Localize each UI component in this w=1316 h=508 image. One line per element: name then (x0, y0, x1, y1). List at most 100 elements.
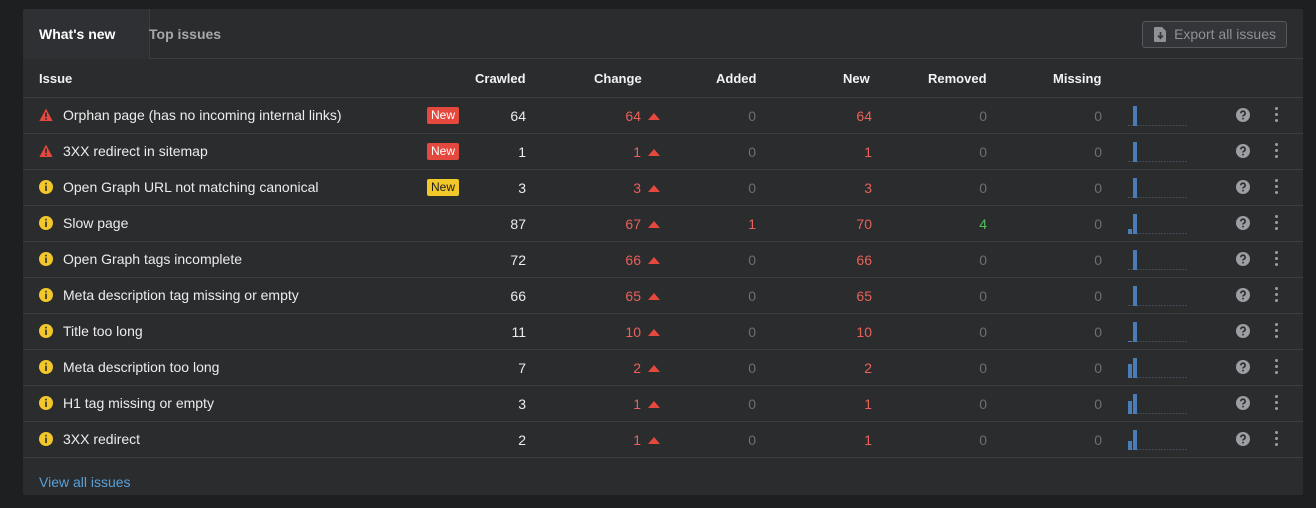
column-header-removed[interactable]: Removed (928, 71, 987, 86)
missing-count[interactable]: 0 (1042, 180, 1102, 196)
issue-name-link[interactable]: 3XX redirect (63, 431, 140, 447)
added-count[interactable]: 0 (696, 144, 756, 160)
missing-count[interactable]: 0 (1042, 108, 1102, 124)
added-count[interactable]: 0 (696, 180, 756, 196)
issue-name-link[interactable]: Title too long (63, 323, 143, 339)
column-header-issue[interactable]: Issue (39, 71, 72, 86)
table-row[interactable]: 3XX redirect 2 1 0 1 0 0 (23, 422, 1303, 458)
change-count[interactable]: 2 (581, 360, 641, 376)
column-header-missing[interactable]: Missing (1053, 71, 1101, 86)
question-circle-icon[interactable] (1236, 360, 1250, 374)
change-count[interactable]: 66 (581, 252, 641, 268)
crawled-count[interactable]: 1 (466, 144, 526, 160)
kebab-menu-icon[interactable] (1275, 251, 1279, 267)
new-count[interactable]: 64 (812, 108, 872, 124)
removed-count[interactable]: 0 (927, 396, 987, 412)
change-count[interactable]: 67 (581, 216, 641, 232)
question-circle-icon[interactable] (1236, 180, 1250, 194)
crawled-count[interactable]: 87 (466, 216, 526, 232)
kebab-menu-icon[interactable] (1275, 395, 1279, 411)
column-header-added[interactable]: Added (716, 71, 756, 86)
new-count[interactable]: 1 (812, 396, 872, 412)
question-circle-icon[interactable] (1236, 108, 1250, 122)
crawled-count[interactable]: 11 (466, 324, 526, 340)
question-circle-icon[interactable] (1236, 324, 1250, 338)
removed-count[interactable]: 0 (927, 252, 987, 268)
new-count[interactable]: 2 (812, 360, 872, 376)
kebab-menu-icon[interactable] (1275, 107, 1279, 123)
kebab-menu-icon[interactable] (1275, 431, 1279, 447)
missing-count[interactable]: 0 (1042, 396, 1102, 412)
kebab-menu-icon[interactable] (1275, 179, 1279, 195)
added-count[interactable]: 0 (696, 252, 756, 268)
new-count[interactable]: 10 (812, 324, 872, 340)
added-count[interactable]: 0 (696, 288, 756, 304)
removed-count[interactable]: 0 (927, 144, 987, 160)
new-count[interactable]: 3 (812, 180, 872, 196)
column-header-new[interactable]: New (843, 71, 870, 86)
table-row[interactable]: Title too long 11 10 0 10 0 0 (23, 314, 1303, 350)
change-count[interactable]: 1 (581, 396, 641, 412)
missing-count[interactable]: 0 (1042, 216, 1102, 232)
new-count[interactable]: 70 (812, 216, 872, 232)
table-row[interactable]: Orphan page (has no incoming internal li… (23, 98, 1303, 134)
added-count[interactable]: 1 (696, 216, 756, 232)
issue-name-link[interactable]: Meta description tag missing or empty (63, 287, 299, 303)
crawled-count[interactable]: 72 (466, 252, 526, 268)
kebab-menu-icon[interactable] (1275, 143, 1279, 159)
issue-name-link[interactable]: Open Graph tags incomplete (63, 251, 242, 267)
change-count[interactable]: 65 (581, 288, 641, 304)
tab-top-issues[interactable]: Top issues (149, 9, 221, 58)
table-row[interactable]: Slow page 87 67 1 70 4 0 (23, 206, 1303, 242)
missing-count[interactable]: 0 (1042, 144, 1102, 160)
table-row[interactable]: 3XX redirect in sitemap New 1 1 0 1 0 0 (23, 134, 1303, 170)
removed-count[interactable]: 4 (927, 216, 987, 232)
change-count[interactable]: 3 (581, 180, 641, 196)
issue-name-link[interactable]: Orphan page (has no incoming internal li… (63, 107, 342, 123)
removed-count[interactable]: 0 (927, 432, 987, 448)
kebab-menu-icon[interactable] (1275, 215, 1279, 231)
table-row[interactable]: Meta description tag missing or empty 66 6… (23, 278, 1303, 314)
added-count[interactable]: 0 (696, 324, 756, 340)
question-circle-icon[interactable] (1236, 288, 1250, 302)
crawled-count[interactable]: 3 (466, 180, 526, 196)
new-count[interactable]: 65 (812, 288, 872, 304)
added-count[interactable]: 0 (696, 396, 756, 412)
export-all-issues-button[interactable]: Export all issues (1142, 21, 1287, 48)
column-header-crawled[interactable]: Crawled (475, 71, 526, 86)
removed-count[interactable]: 0 (927, 180, 987, 196)
issue-name-link[interactable]: Meta description too long (63, 359, 219, 375)
removed-count[interactable]: 0 (927, 360, 987, 376)
removed-count[interactable]: 0 (927, 324, 987, 340)
missing-count[interactable]: 0 (1042, 432, 1102, 448)
change-count[interactable]: 10 (581, 324, 641, 340)
missing-count[interactable]: 0 (1042, 252, 1102, 268)
kebab-menu-icon[interactable] (1275, 359, 1279, 375)
missing-count[interactable]: 0 (1042, 360, 1102, 376)
column-header-change[interactable]: Change (594, 71, 642, 86)
change-count[interactable]: 1 (581, 432, 641, 448)
crawled-count[interactable]: 3 (466, 396, 526, 412)
kebab-menu-icon[interactable] (1275, 287, 1279, 303)
added-count[interactable]: 0 (696, 360, 756, 376)
question-circle-icon[interactable] (1236, 396, 1250, 410)
crawled-count[interactable]: 66 (466, 288, 526, 304)
crawled-count[interactable]: 7 (466, 360, 526, 376)
issue-name-link[interactable]: Slow page (63, 215, 128, 231)
crawled-count[interactable]: 2 (466, 432, 526, 448)
kebab-menu-icon[interactable] (1275, 323, 1279, 339)
issue-name-link[interactable]: H1 tag missing or empty (63, 395, 214, 411)
removed-count[interactable]: 0 (927, 288, 987, 304)
crawled-count[interactable]: 64 (466, 108, 526, 124)
new-count[interactable]: 1 (812, 144, 872, 160)
change-count[interactable]: 64 (581, 108, 641, 124)
question-circle-icon[interactable] (1236, 216, 1250, 230)
table-row[interactable]: Open Graph URL not matching canonical New… (23, 170, 1303, 206)
issue-name-link[interactable]: 3XX redirect in sitemap (63, 143, 208, 159)
added-count[interactable]: 0 (696, 432, 756, 448)
missing-count[interactable]: 0 (1042, 324, 1102, 340)
question-circle-icon[interactable] (1236, 144, 1250, 158)
issue-name-link[interactable]: Open Graph URL not matching canonical (63, 179, 319, 195)
added-count[interactable]: 0 (696, 108, 756, 124)
tab-whats-new[interactable]: What's new (23, 9, 150, 59)
